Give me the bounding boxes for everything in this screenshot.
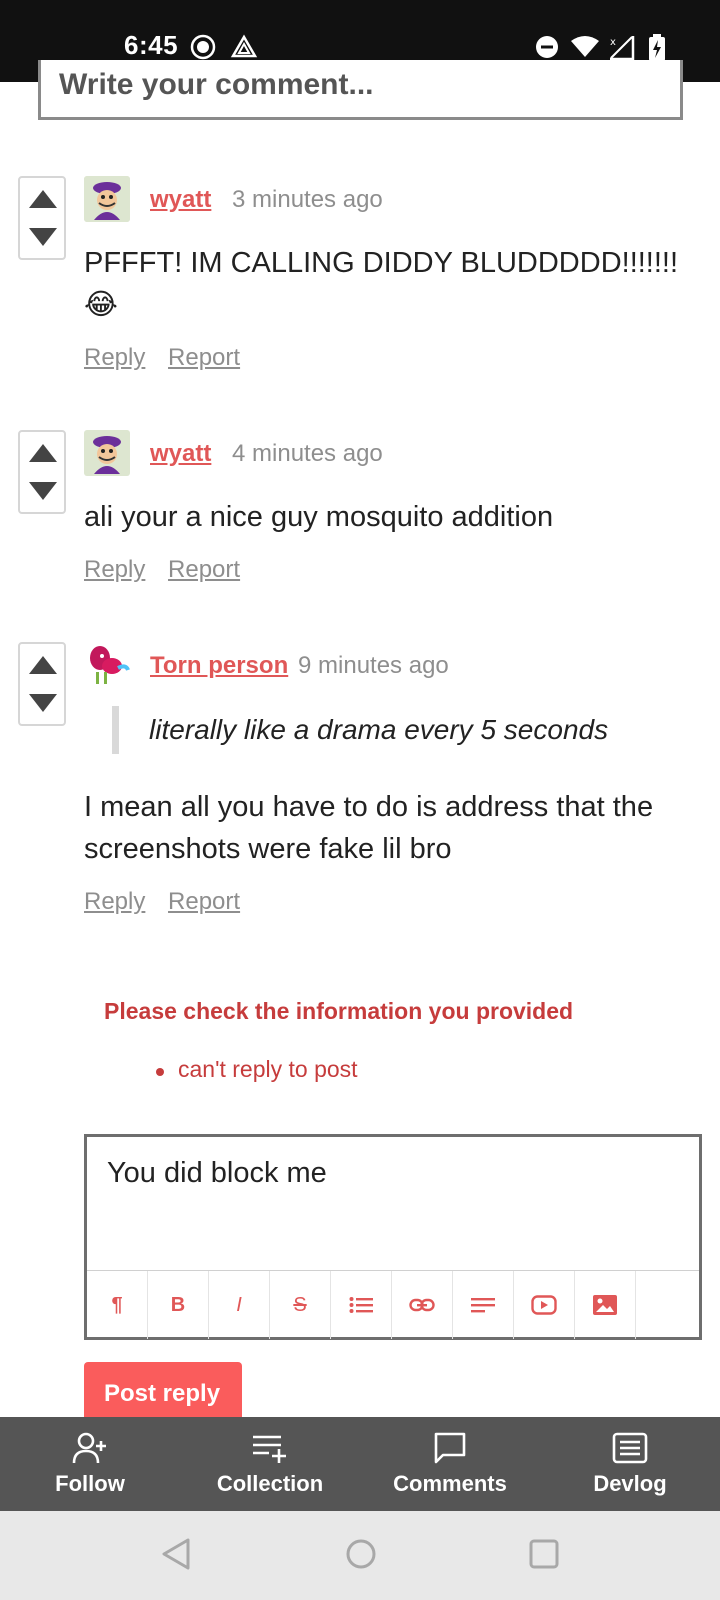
- downvote-icon[interactable]: [29, 482, 57, 500]
- upvote-icon[interactable]: [29, 444, 57, 462]
- collection-icon: [253, 1435, 286, 1463]
- comment-time: 3 minutes ago: [232, 186, 383, 213]
- wifi-icon: [571, 36, 599, 57]
- comment-actions: Reply Report: [84, 344, 256, 372]
- upvote-icon[interactable]: [29, 656, 57, 674]
- devlog-icon: [612, 1432, 648, 1464]
- nav-follow-label: Follow: [55, 1471, 125, 1496]
- list-icon[interactable]: [331, 1271, 392, 1339]
- battery-charging-icon: [649, 34, 665, 61]
- paragraph-icon[interactable]: ¶: [87, 1271, 148, 1339]
- nav-comments[interactable]: Comments: [360, 1417, 540, 1511]
- downvote-icon[interactable]: [29, 694, 57, 712]
- strike-glyph: S: [293, 1293, 307, 1316]
- report-link[interactable]: Report: [168, 888, 240, 915]
- bold-glyph: B: [170, 1293, 186, 1316]
- nav-collection-label: Collection: [216, 1471, 324, 1496]
- comment-time: 9 minutes ago: [298, 652, 449, 679]
- comment-time: 4 minutes ago: [232, 440, 383, 467]
- comment-actions: Reply Report: [84, 556, 256, 584]
- record-icon: [190, 34, 216, 60]
- reply-editor: You did block me ¶ B I S: [84, 1134, 702, 1340]
- post-reply-button[interactable]: Post reply: [84, 1362, 242, 1424]
- comments-icon: [434, 1432, 466, 1464]
- report-link[interactable]: Report: [168, 556, 240, 583]
- nav-devlog[interactable]: Devlog: [540, 1417, 720, 1511]
- upvote-icon[interactable]: [29, 190, 57, 208]
- avatar[interactable]: [84, 642, 130, 688]
- status-time: 6:45: [124, 30, 179, 60]
- comment-author-link[interactable]: wyatt: [150, 186, 211, 214]
- italic-glyph: I: [236, 1293, 242, 1316]
- comment-body: I mean all you have to do is address tha…: [84, 791, 654, 865]
- reply-textarea[interactable]: You did block me: [87, 1137, 699, 1271]
- vote-control: [18, 176, 66, 260]
- back-icon[interactable]: [160, 1537, 192, 1571]
- error-bullet: [156, 1068, 164, 1076]
- comment-input-placeholder: Write your comment...: [59, 68, 374, 101]
- reply-link[interactable]: Reply: [84, 556, 145, 583]
- signal-off-icon: x: [610, 36, 635, 61]
- vote-control: [18, 430, 66, 514]
- downvote-icon[interactable]: [29, 228, 57, 246]
- reply-link[interactable]: Reply: [84, 344, 145, 371]
- report-link[interactable]: Report: [168, 344, 240, 371]
- bottom-nav: Follow Collection Comments Devlog: [0, 1417, 720, 1511]
- italic-icon[interactable]: I: [209, 1271, 270, 1339]
- nav-collection[interactable]: Collection: [180, 1417, 360, 1511]
- comment-input[interactable]: Write your comment...: [38, 60, 683, 120]
- nav-comments-label: Comments: [393, 1471, 507, 1496]
- comment-actions: Reply Report: [84, 888, 256, 916]
- home-icon[interactable]: [344, 1537, 378, 1571]
- nav-devlog-label: Devlog: [593, 1471, 667, 1496]
- quoted-text: literally like a drama every 5 seconds: [112, 706, 608, 754]
- comment-author-link[interactable]: Torn person: [150, 652, 288, 680]
- error-item: can't reply to post: [178, 1056, 358, 1082]
- recents-icon[interactable]: [528, 1537, 560, 1571]
- vote-control: [18, 642, 66, 726]
- video-icon[interactable]: [514, 1271, 575, 1339]
- paragraph-glyph: ¶: [111, 1293, 123, 1316]
- nav-follow[interactable]: Follow: [0, 1417, 180, 1511]
- comment-body: PFFFT! IM CALLING DIDDY BLUDDDDD!!!!!!! …: [84, 247, 679, 321]
- link-icon[interactable]: [392, 1271, 453, 1339]
- reply-link[interactable]: Reply: [84, 888, 145, 915]
- editor-toolbar: ¶ B I S: [87, 1271, 636, 1339]
- strikethrough-icon[interactable]: S: [270, 1271, 331, 1339]
- error-title: Please check the information you provide…: [104, 998, 574, 1024]
- align-icon[interactable]: [453, 1271, 514, 1339]
- follow-icon: [72, 1432, 106, 1464]
- comment-body: ali your a nice guy mosquito addition: [84, 501, 554, 533]
- avatar[interactable]: [84, 176, 130, 222]
- comment-author-link[interactable]: wyatt: [150, 440, 211, 468]
- image-icon[interactable]: [575, 1271, 636, 1339]
- system-nav-bar: [0, 1511, 720, 1600]
- bold-icon[interactable]: B: [148, 1271, 209, 1339]
- dnd-icon: [536, 36, 558, 58]
- avatar[interactable]: [84, 430, 130, 476]
- svg-text:x: x: [610, 37, 616, 48]
- drive-icon: [230, 34, 258, 58]
